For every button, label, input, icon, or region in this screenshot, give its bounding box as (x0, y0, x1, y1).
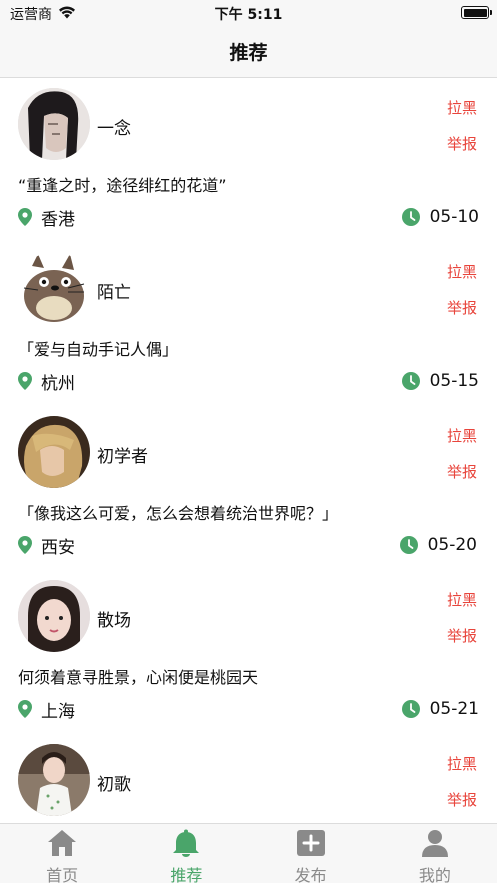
clock-time: 下午 5:11 (214, 7, 283, 23)
date-label: 05-21 (429, 699, 479, 719)
tab-bar: 首页 推荐 发布 我的 (0, 823, 497, 883)
post-date: 05-20 (399, 534, 477, 556)
status-bar: 运营商 下午 5:11 (0, 0, 497, 26)
post-card: 陌亡 拉黑 举报 「爱与自动手记人偶」 杭州 05-15 (0, 242, 497, 406)
report-button[interactable]: 举报 (447, 297, 477, 318)
user-name[interactable]: 一念 (97, 114, 131, 139)
avatar[interactable] (18, 88, 90, 160)
block-button[interactable]: 拉黑 (447, 97, 477, 118)
person-icon (421, 830, 448, 857)
location-pin-icon (18, 372, 32, 390)
post-card: 初歌 拉黑 举报 (0, 734, 497, 823)
avatar-image (18, 252, 90, 324)
report-button[interactable]: 举报 (447, 133, 477, 154)
avatar[interactable] (18, 252, 90, 324)
block-button[interactable]: 拉黑 (447, 753, 477, 774)
user-name[interactable]: 初学者 (97, 442, 148, 467)
home-icon (48, 830, 77, 856)
tab-label: 发布 (294, 866, 327, 883)
tab-home[interactable]: 首页 (0, 824, 124, 883)
tab-recommend[interactable]: 推荐 (124, 824, 248, 883)
post-card: 散场 拉黑 举报 何须着意寻胜景，心闲便是桃园天 上海 05-21 (0, 570, 497, 734)
post-date: 05-10 (401, 206, 479, 228)
location-pin-icon (18, 536, 32, 554)
post-text: “重逢之时，途径绯红的花道” (18, 176, 227, 195)
location-pin-icon (18, 208, 32, 226)
block-button[interactable]: 拉黑 (447, 589, 477, 610)
block-button[interactable]: 拉黑 (447, 425, 477, 446)
tab-label: 首页 (46, 866, 79, 883)
post-text: 「爱与自动手记人偶」 (18, 340, 179, 359)
post-date: 05-21 (401, 698, 479, 720)
report-button[interactable]: 举报 (447, 789, 477, 810)
post-card: 初学者 拉黑 举报 「像我这么可爱，怎么会想着统治世界呢？」 西安 05-20 (0, 406, 497, 570)
location-pin-icon (18, 700, 32, 718)
date-label: 05-15 (429, 371, 479, 391)
post-date: 05-15 (401, 370, 479, 392)
user-name[interactable]: 初歌 (97, 770, 131, 795)
tab-mine[interactable]: 我的 (373, 824, 497, 883)
location: 西安 (18, 534, 75, 558)
recommend-feed[interactable]: 一念 拉黑 举报 “重逢之时，途径绯红的花道” 香港 05-10 陌亡 拉黑 举… (0, 78, 497, 823)
location-label: 西安 (41, 537, 75, 558)
avatar-image (18, 416, 90, 488)
user-name[interactable]: 散场 (97, 606, 131, 631)
clock-icon (401, 208, 420, 226)
avatar[interactable] (18, 580, 90, 652)
post-card: 一念 拉黑 举报 “重逢之时，途径绯红的花道” 香港 05-10 (0, 78, 497, 242)
location: 香港 (18, 206, 75, 230)
user-name[interactable]: 陌亡 (97, 278, 131, 303)
date-label: 05-10 (429, 207, 479, 227)
report-button[interactable]: 举报 (447, 625, 477, 646)
avatar[interactable] (18, 416, 90, 488)
battery-icon (461, 6, 492, 19)
plus-square-icon (296, 830, 325, 856)
location-label: 上海 (41, 701, 75, 722)
avatar-image (18, 744, 90, 816)
location: 上海 (18, 698, 75, 722)
location-label: 杭州 (41, 373, 75, 394)
navigation-bar: 推荐 (0, 26, 497, 78)
clock-icon (401, 700, 420, 718)
post-text: 「像我这么可爱，怎么会想着统治世界呢？」 (18, 504, 339, 523)
location-label: 香港 (41, 209, 75, 230)
page-title: 推荐 (229, 42, 268, 64)
tab-label: 我的 (418, 866, 451, 883)
avatar[interactable] (18, 744, 90, 816)
clock-icon (399, 536, 418, 554)
avatar-image (18, 88, 90, 160)
date-label: 05-20 (427, 535, 477, 555)
bell-icon (173, 829, 200, 857)
clock-icon (401, 372, 420, 390)
tab-label: 推荐 (170, 866, 203, 883)
avatar-image (18, 580, 90, 652)
tab-publish[interactable]: 发布 (249, 824, 373, 883)
report-button[interactable]: 举报 (447, 461, 477, 482)
post-text: 何须着意寻胜景，心闲便是桃园天 (18, 668, 259, 687)
block-button[interactable]: 拉黑 (447, 261, 477, 282)
location: 杭州 (18, 370, 75, 394)
